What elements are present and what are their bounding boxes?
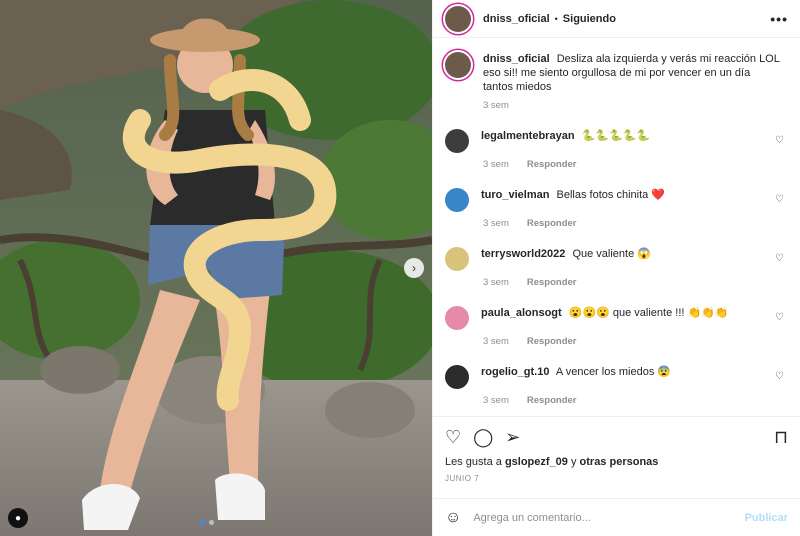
comment-item: rogelio_gt.10 A vencer los miedos 😨 ♡ xyxy=(445,365,788,389)
comment-text: rogelio_gt.10 A vencer los miedos 😨 xyxy=(481,365,781,379)
comment-time[interactable]: 3 sem xyxy=(483,395,509,406)
comment-text: paula_alonsogt 😮😮😮 que valiente !!! 👏👏👏 xyxy=(481,306,781,320)
comment-text: legalmentebrayan 🐍🐍🐍🐍🐍 xyxy=(481,129,781,143)
carousel-dot xyxy=(209,520,214,525)
comment-time[interactable]: 3 sem xyxy=(483,336,509,347)
comment-username[interactable]: rogelio_gt.10 xyxy=(481,366,549,378)
chevron-right-icon: › xyxy=(412,261,416,275)
comment-like-icon[interactable]: ♡ xyxy=(775,194,784,205)
share-icon[interactable]: ➢ xyxy=(505,427,520,448)
likes-others[interactable]: otras personas xyxy=(580,456,659,468)
caption-time[interactable]: 3 sem xyxy=(483,100,509,111)
likes-user[interactable]: gslopezf_09 xyxy=(505,456,568,468)
comment-avatar[interactable] xyxy=(445,306,469,330)
comment-time[interactable]: 3 sem xyxy=(483,277,509,288)
comment-time[interactable]: 3 sem xyxy=(483,159,509,170)
carousel-indicator xyxy=(200,520,214,525)
post-header: dniss_oficial • Siguiendo ••• xyxy=(433,0,800,38)
user-tag-icon[interactable]: ● xyxy=(8,508,28,528)
comment-body: A vencer los miedos 😨 xyxy=(555,366,672,378)
carousel-dot-active xyxy=(200,520,205,525)
comment-meta: 3 sem Responder xyxy=(483,159,788,170)
likes-summary: Les gusta a gslopezf_09 y otras personas xyxy=(445,456,788,468)
comment-avatar[interactable] xyxy=(445,365,469,389)
comment-avatar[interactable] xyxy=(445,188,469,212)
comment-item: paula_alonsogt 😮😮😮 que valiente !!! 👏👏👏 … xyxy=(445,306,788,330)
reply-button[interactable]: Responder xyxy=(527,277,577,288)
caption-text: dniss_oficial Desliza ala izquierda y ve… xyxy=(483,52,783,94)
publish-button[interactable]: Publicar xyxy=(745,512,788,524)
comment-text: turo_vielman Bellas fotos chinita ❤️ xyxy=(481,188,781,202)
reply-button[interactable]: Responder xyxy=(527,159,577,170)
comment-meta: 3 sem Responder xyxy=(483,395,788,406)
likes-prefix: Les gusta a xyxy=(445,456,502,468)
comment-username[interactable]: paula_alonsogt xyxy=(481,307,562,319)
caption: dniss_oficial Desliza ala izquierda y ve… xyxy=(445,52,788,94)
comment-body: 🐍🐍🐍🐍🐍 xyxy=(581,130,651,142)
comment-input[interactable] xyxy=(473,511,733,524)
comment-username[interactable]: turo_vielman xyxy=(481,189,549,201)
add-comment-bar: ☺ Publicar xyxy=(433,498,800,536)
action-icons: ♡ ◯ ➢ ⊓ xyxy=(445,427,788,448)
comment-like-icon[interactable]: ♡ xyxy=(775,371,784,382)
comment-item: legalmentebrayan 🐍🐍🐍🐍🐍 ♡ xyxy=(445,129,788,153)
comment-like-icon[interactable]: ♡ xyxy=(775,312,784,323)
caption-avatar[interactable] xyxy=(445,52,471,78)
comment-body: Bellas fotos chinita ❤️ xyxy=(556,189,666,201)
post-date[interactable]: JUNIO 7 xyxy=(445,474,788,483)
comment-icon[interactable]: ◯ xyxy=(473,427,493,448)
comment-body: 😮😮😮 que valiente !!! 👏👏👏 xyxy=(568,307,729,319)
comment-time[interactable]: 3 sem xyxy=(483,218,509,229)
caption-username[interactable]: dniss_oficial xyxy=(483,53,550,65)
comment-username[interactable]: legalmentebrayan xyxy=(481,130,575,142)
more-icon[interactable]: ••• xyxy=(770,11,788,27)
heart-icon[interactable]: ♡ xyxy=(445,427,461,448)
comment-meta: 3 sem Responder xyxy=(483,277,788,288)
comments-list[interactable]: dniss_oficial Desliza ala izquierda y ve… xyxy=(433,38,800,416)
following-button[interactable]: Siguiendo xyxy=(563,13,616,25)
post-image[interactable]: › ● xyxy=(0,0,432,536)
header-separator: • xyxy=(554,13,558,24)
post-panel: dniss_oficial • Siguiendo ••• dniss_ofic… xyxy=(432,0,800,536)
comment-like-icon[interactable]: ♡ xyxy=(775,253,784,264)
emoji-icon[interactable]: ☺ xyxy=(445,509,461,527)
comment-item: turo_vielman Bellas fotos chinita ❤️ ♡ xyxy=(445,188,788,212)
reply-button[interactable]: Responder xyxy=(527,395,577,406)
comment-body: Que valiente 😱 xyxy=(572,248,651,260)
reply-button[interactable]: Responder xyxy=(527,336,577,347)
comment-meta: 3 sem Responder xyxy=(483,218,788,229)
caption-meta: 3 sem xyxy=(483,100,788,111)
reply-button[interactable]: Responder xyxy=(527,218,577,229)
post-actions: ♡ ◯ ➢ ⊓ Les gusta a gslopezf_09 y otras … xyxy=(433,416,800,498)
author-username[interactable]: dniss_oficial xyxy=(483,13,550,25)
next-image-button[interactable]: › xyxy=(404,258,424,278)
comment-avatar[interactable] xyxy=(445,129,469,153)
bookmark-icon[interactable]: ⊓ xyxy=(774,427,788,448)
comment-item: terrysworld2022 Que valiente 😱 ♡ xyxy=(445,247,788,271)
likes-connector: y xyxy=(570,456,577,468)
comment-text: terrysworld2022 Que valiente 😱 xyxy=(481,247,781,261)
comment-like-icon[interactable]: ♡ xyxy=(775,135,784,146)
comment-avatar[interactable] xyxy=(445,247,469,271)
author-avatar[interactable] xyxy=(445,5,471,32)
comment-meta: 3 sem Responder xyxy=(483,336,788,347)
post-photo-illustration xyxy=(0,0,432,536)
comment-username[interactable]: terrysworld2022 xyxy=(481,248,565,260)
